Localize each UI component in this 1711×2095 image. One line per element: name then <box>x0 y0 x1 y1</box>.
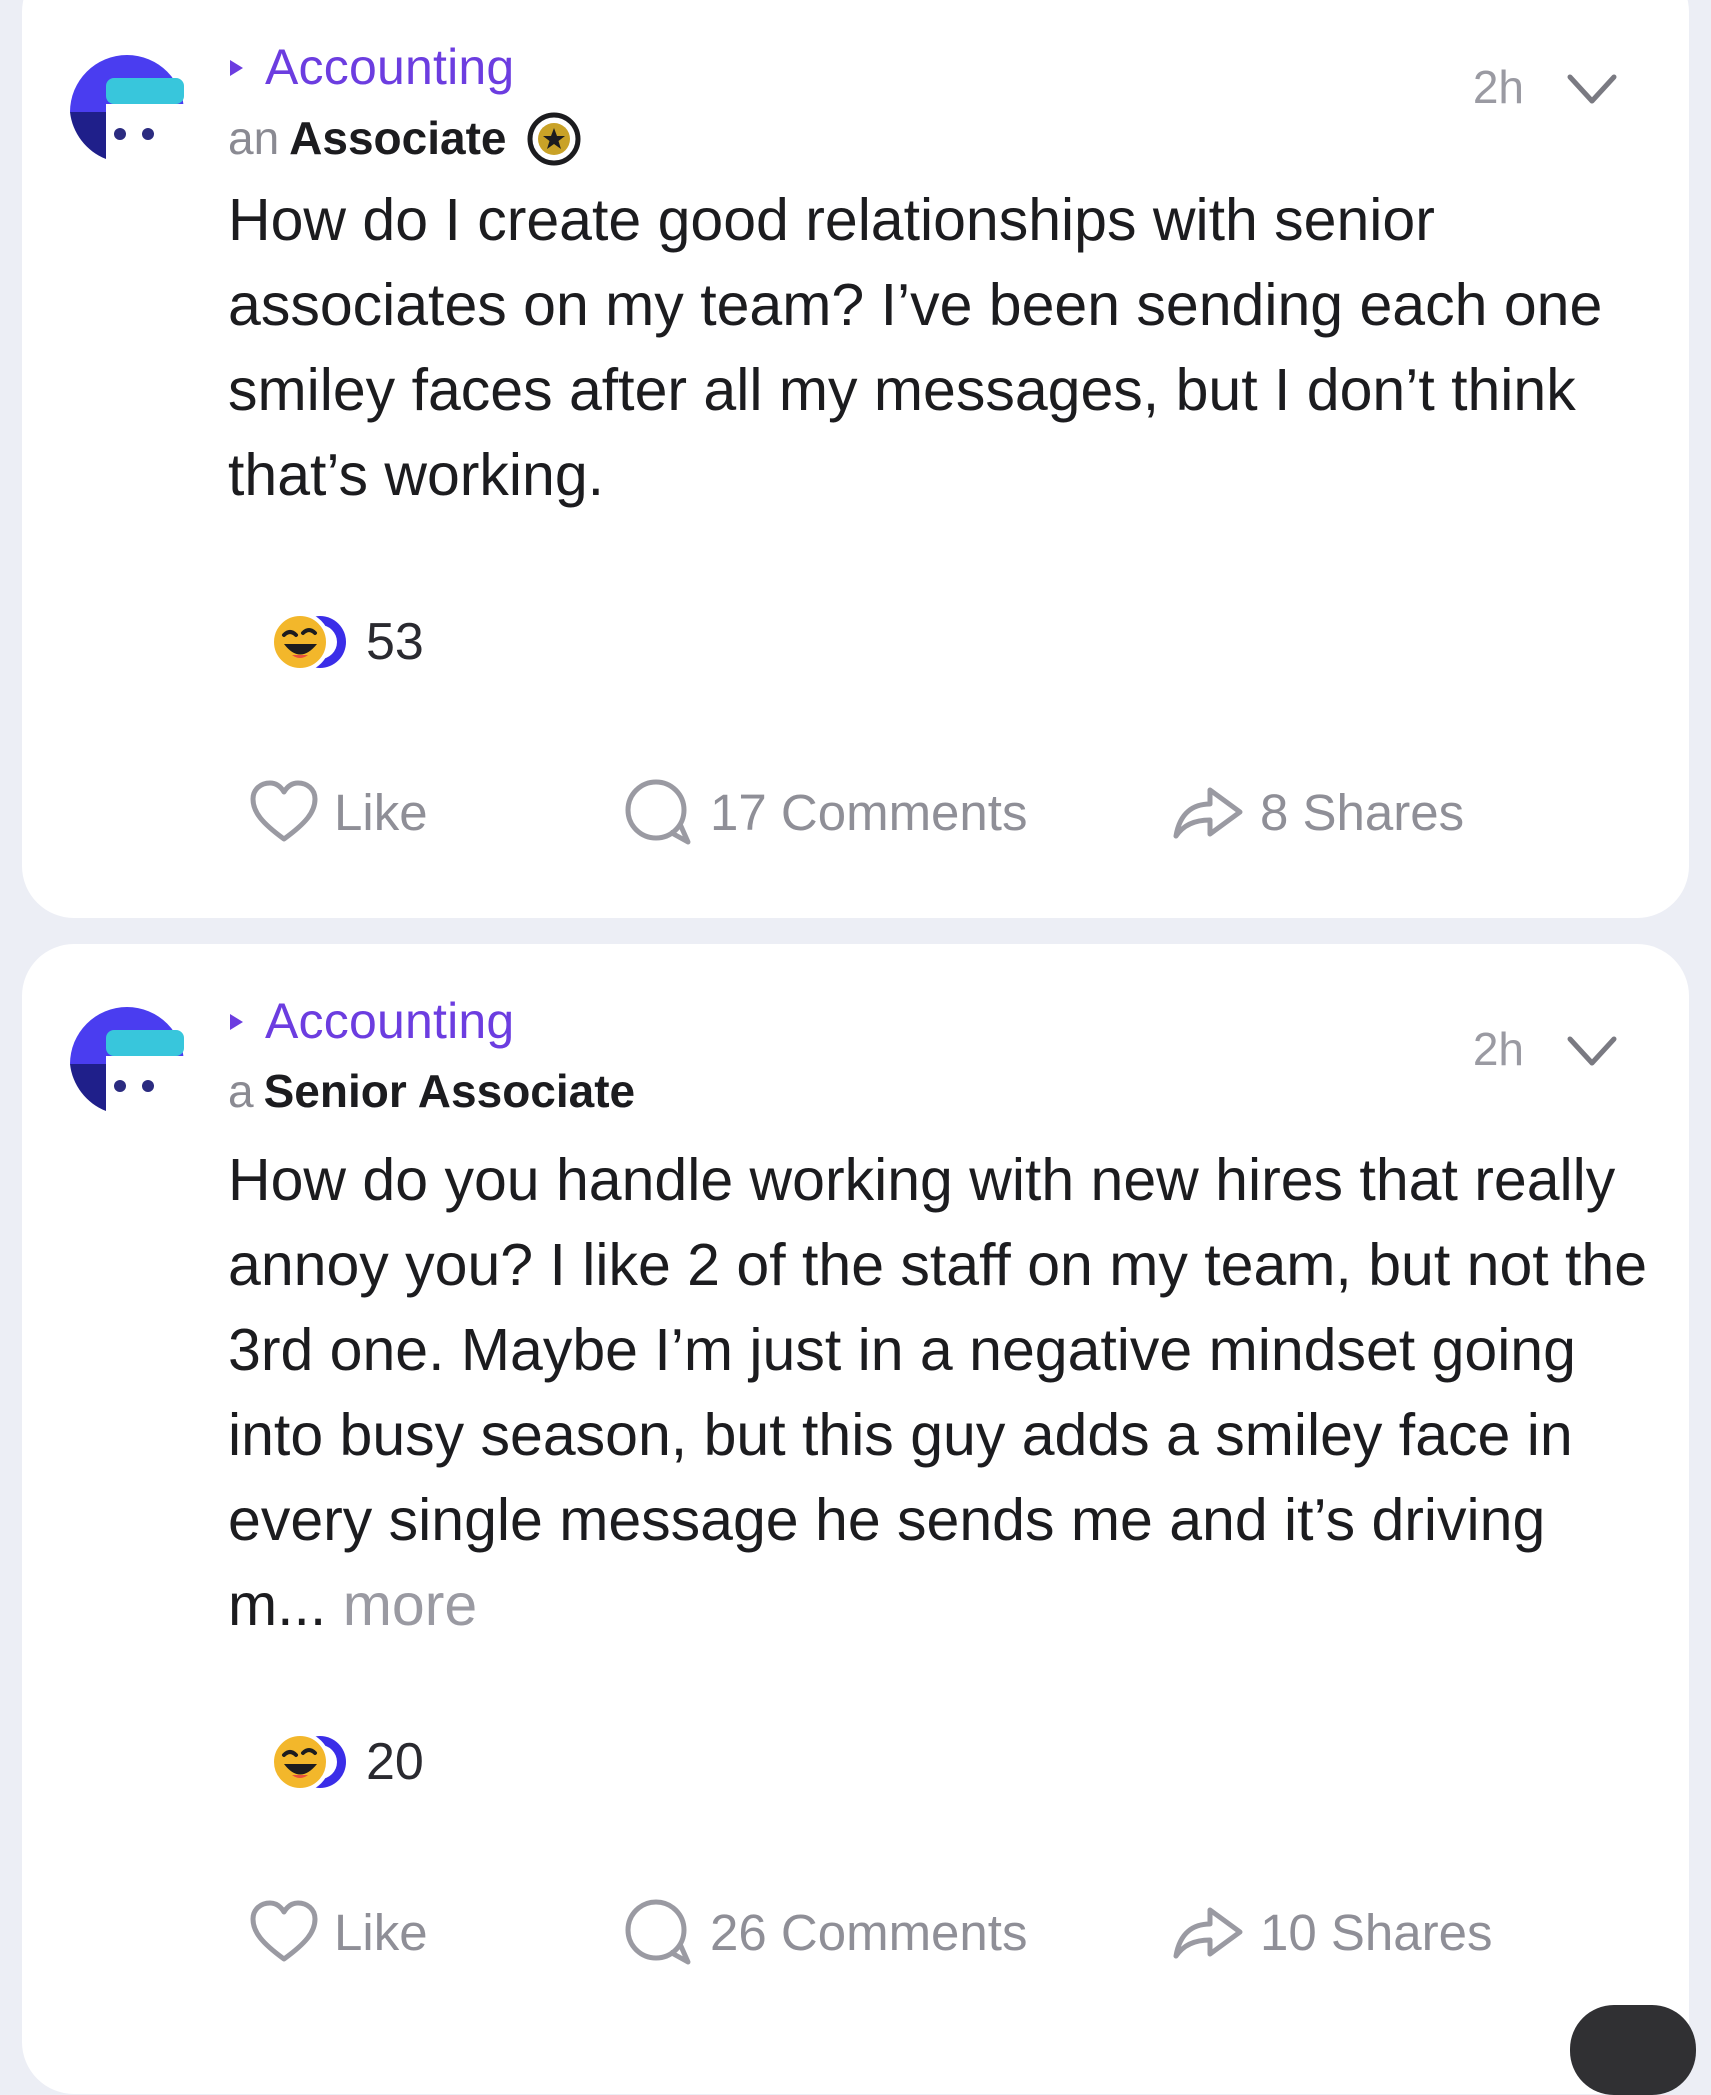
comments-button[interactable]: 26 Comments <box>618 1892 1027 1972</box>
comments-label: 26 Comments <box>710 1903 1028 1961</box>
caret-right-icon <box>230 60 243 76</box>
author-role: a Senior Associate <box>228 1064 635 1118</box>
role-title: Senior Associate <box>263 1065 636 1117</box>
post-time: 2h <box>1472 1023 1524 1075</box>
role-title: Associate <box>289 112 507 164</box>
heart-icon <box>250 1900 318 1962</box>
share-arrow-icon <box>1173 787 1243 839</box>
reaction-count: 20 <box>366 1733 424 1791</box>
laughing-face-icon <box>270 1732 346 1792</box>
reaction-summary[interactable]: 20 <box>270 1730 424 1794</box>
action-bar: Like 17 Comments 8 Shares <box>22 772 1689 852</box>
share-button[interactable]: 8 Shares <box>1170 772 1464 852</box>
shares-label: 8 Shares <box>1260 783 1465 841</box>
share-button[interactable]: 10 Shares <box>1170 1892 1493 1972</box>
like-label: Like <box>334 783 428 841</box>
like-button[interactable]: Like <box>248 1892 428 1972</box>
avatar[interactable] <box>62 32 192 162</box>
heart-icon <box>250 780 318 842</box>
like-label: Like <box>334 1903 428 1961</box>
star-badge-icon <box>525 110 583 168</box>
caret-right-icon <box>230 1014 243 1030</box>
laughing-face-icon <box>270 612 346 672</box>
author-role: an Associate <box>228 110 583 168</box>
reaction-summary[interactable]: 53 <box>270 610 424 674</box>
shares-label: 10 Shares <box>1260 1903 1493 1961</box>
post-body: How do you handle working with new hires… <box>228 1147 1648 1638</box>
comment-icon <box>625 1899 691 1965</box>
role-article: an <box>228 112 280 164</box>
role-article: a <box>228 1065 254 1117</box>
action-bar: Like 26 Comments 10 Shares <box>22 1892 1689 1972</box>
community-category[interactable]: Accounting <box>230 992 514 1050</box>
comment-icon <box>625 779 691 845</box>
post-card: Accounting an Associate 2h How do I creat… <box>22 0 1689 918</box>
post-card: Accounting a Senior Associate 2h How do y… <box>22 944 1689 2094</box>
chevron-down-icon[interactable] <box>1565 1034 1619 1068</box>
more-link[interactable]: more <box>343 1572 477 1638</box>
like-button[interactable]: Like <box>248 772 428 852</box>
chevron-down-icon[interactable] <box>1565 72 1619 106</box>
avatar[interactable] <box>62 984 192 1114</box>
comments-button[interactable]: 17 Comments <box>618 772 1027 852</box>
floating-action-button[interactable] <box>1570 2005 1696 2095</box>
post-time: 2h <box>1472 61 1524 113</box>
community-category[interactable]: Accounting <box>230 38 514 96</box>
comments-label: 17 Comments <box>710 783 1028 841</box>
share-arrow-icon <box>1173 1907 1243 1959</box>
post-body: How do I create good relationships with … <box>228 187 1603 508</box>
reaction-count: 53 <box>366 613 424 671</box>
